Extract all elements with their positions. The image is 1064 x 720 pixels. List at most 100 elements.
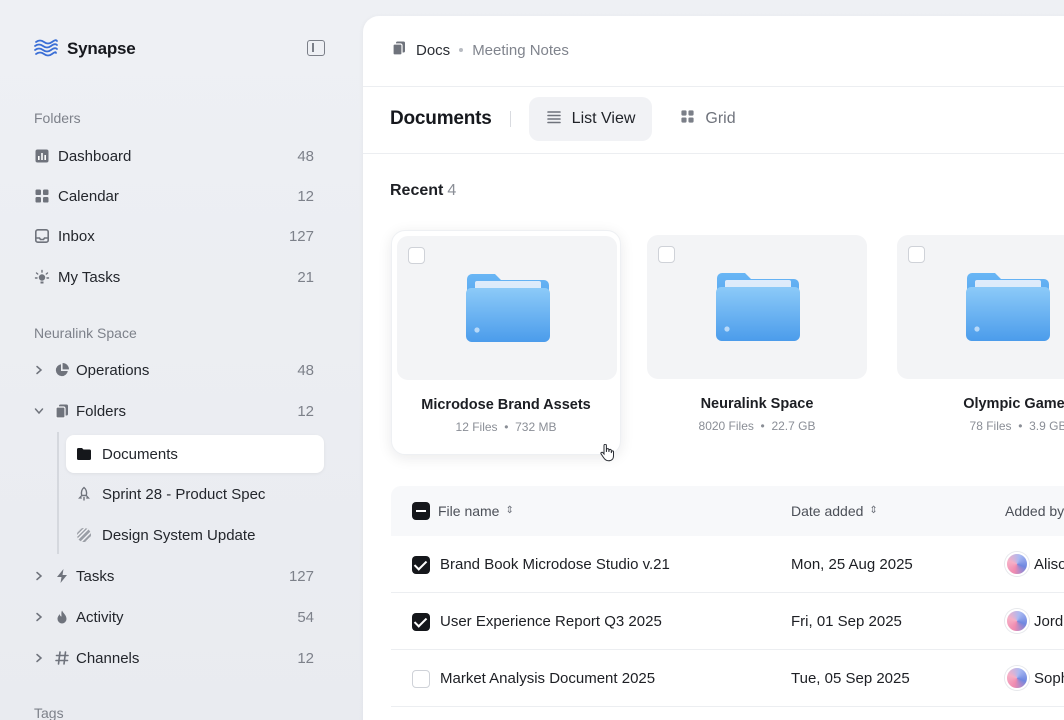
recent-folder-card[interactable]: Olympic Games 78 Files • 3.9 GB [892, 230, 1064, 455]
sidebar-item-label: Activity [76, 608, 124, 626]
column-file-name[interactable]: File name ⇕ [438, 503, 514, 519]
file-name[interactable]: User Experience Report Q3 2025 [440, 613, 662, 630]
folders-section-label: Folders [34, 110, 81, 126]
sidebar-item-count: 127 [288, 567, 314, 585]
subfolder-label: Sprint 28 - Product Spec [102, 485, 266, 503]
bulb-icon [34, 269, 58, 285]
card-title: Neuralink Space [700, 396, 814, 412]
sidebar-item-label: Channels [76, 649, 140, 667]
column-label: Date added [791, 503, 864, 519]
sidebar-item-count: 54 [297, 608, 314, 626]
column-added-by[interactable]: Added by [1005, 503, 1064, 519]
card-title: Olympic Games [963, 396, 1064, 412]
sidebar-item-folders[interactable]: Folders 12 [34, 394, 324, 428]
file-name[interactable]: Market Analysis Document 2025 [440, 670, 655, 687]
table-header: File name ⇕ Date added ⇕ Added by [391, 486, 1064, 536]
chevron-right-icon[interactable] [34, 571, 54, 581]
card-file-count: 78 Files [969, 419, 1012, 433]
app-name: Synapse [67, 39, 136, 58]
date-added: Fri, 01 Sep 2025 [791, 613, 902, 630]
sidebar-item-label: Inbox [58, 227, 95, 245]
row-checkbox[interactable] [412, 670, 430, 688]
table-row[interactable]: Brand Book Microdose Studio v.21 Mon, 25… [391, 536, 1064, 593]
sidebar-item-my-tasks[interactable]: My Tasks 21 [34, 260, 324, 294]
folder-thumbnail [647, 235, 867, 379]
subfolder-label: Documents [102, 445, 178, 463]
sidebar-item-channels[interactable]: Channels 12 [34, 641, 324, 675]
card-size: 22.7 GB [771, 419, 816, 433]
sort-icon[interactable]: ⇕ [505, 506, 513, 516]
brand[interactable]: Synapse [33, 34, 136, 64]
sidebar-item-count: 12 [297, 649, 314, 667]
sidebar-item-label: Folders [76, 402, 127, 420]
file-name[interactable]: Brand Book Microdose Studio v.21 [440, 556, 670, 573]
folder-icon [966, 273, 1050, 341]
chevron-right-icon[interactable] [34, 365, 54, 375]
table-row[interactable]: Market Analysis Document 2025 Tue, 05 Se… [391, 650, 1064, 707]
card-checkbox[interactable] [408, 247, 425, 264]
sidebar-item-inbox[interactable]: Inbox 127 [34, 219, 324, 253]
flame-icon [54, 609, 76, 625]
rocket-icon [76, 486, 102, 502]
subfolder-label: Design System Update [102, 526, 256, 544]
divider [363, 153, 1064, 154]
bar-chart-icon [34, 148, 58, 164]
sidebar-item-tasks[interactable]: Tasks 127 [34, 559, 324, 593]
sidebar-item-label: Tasks [76, 567, 115, 585]
lightning-icon [54, 568, 76, 584]
recent-folder-card[interactable]: Neuralink Space 8020 Files • 22.7 GB [642, 230, 872, 455]
recent-folder-card[interactable]: Microdose Brand Assets 12 Files • 732 MB [391, 230, 621, 455]
breadcrumb-current[interactable]: Meeting Notes [472, 42, 569, 59]
grid-icon [34, 188, 58, 204]
list-view-button[interactable]: List View [528, 97, 653, 141]
inbox-icon [34, 228, 58, 244]
grid-view-button[interactable]: Grid [665, 97, 752, 141]
breadcrumb-separator [459, 48, 464, 52]
column-date-added[interactable]: Date added ⇕ [791, 503, 878, 519]
sidebar-item-label: Operations [76, 361, 150, 379]
folder-icon [716, 273, 800, 341]
folder-icon [466, 274, 550, 342]
card-meta: 8020 Files • 22.7 GB [698, 419, 816, 433]
divider [509, 111, 511, 127]
row-checkbox[interactable] [412, 613, 430, 631]
tags-section-label: Tags [34, 705, 64, 720]
sidebar-toggle-icon[interactable] [307, 40, 325, 56]
sidebar-item-dashboard[interactable]: Dashboard 48 [34, 139, 324, 173]
sidebar-item-activity[interactable]: Activity 54 [34, 600, 324, 634]
select-all-checkbox[interactable] [412, 502, 430, 520]
subfolder-documents[interactable]: Documents [66, 435, 324, 473]
hash-icon [54, 650, 76, 666]
card-checkbox[interactable] [908, 246, 925, 263]
chevron-right-icon[interactable] [34, 612, 54, 622]
pie-chart-icon [54, 362, 76, 378]
avatar [1005, 552, 1029, 576]
documents-icon [391, 40, 407, 60]
folder-thumbnail [397, 236, 617, 380]
breadcrumb-root[interactable]: Docs [416, 42, 450, 59]
main-panel: Docs Meeting Notes Documents List View G… [363, 16, 1064, 720]
column-label: Added by [1005, 503, 1064, 519]
sidebar-item-calendar[interactable]: Calendar 12 [34, 179, 324, 213]
card-title: Microdose Brand Assets [421, 397, 591, 413]
hand-cursor-icon [600, 444, 614, 462]
avatar [1005, 666, 1029, 690]
space-section-label: Neuralink Space [34, 325, 137, 341]
grid-icon [680, 109, 695, 129]
sidebar-item-count: 48 [297, 147, 314, 165]
column-label: File name [438, 503, 500, 519]
sidebar-item-operations[interactable]: Operations 48 [34, 353, 324, 387]
table-row[interactable]: User Experience Report Q3 2025 Fri, 01 S… [391, 593, 1064, 650]
date-added: Mon, 25 Aug 2025 [791, 556, 913, 573]
card-checkbox[interactable] [658, 246, 675, 263]
sidebar: Synapse Folders Dashboard 48 Calendar 12… [0, 0, 362, 720]
chevron-right-icon[interactable] [34, 653, 54, 663]
sort-icon[interactable]: ⇕ [869, 506, 877, 516]
added-by: Soph [1034, 670, 1064, 687]
divider [363, 86, 1064, 87]
subfolder-sprint-28[interactable]: Sprint 28 - Product Spec [66, 475, 324, 513]
subfolder-design-system[interactable]: Design System Update [66, 516, 324, 554]
page-title: Documents [390, 108, 492, 129]
chevron-down-icon[interactable] [34, 406, 54, 416]
row-checkbox[interactable] [412, 556, 430, 574]
